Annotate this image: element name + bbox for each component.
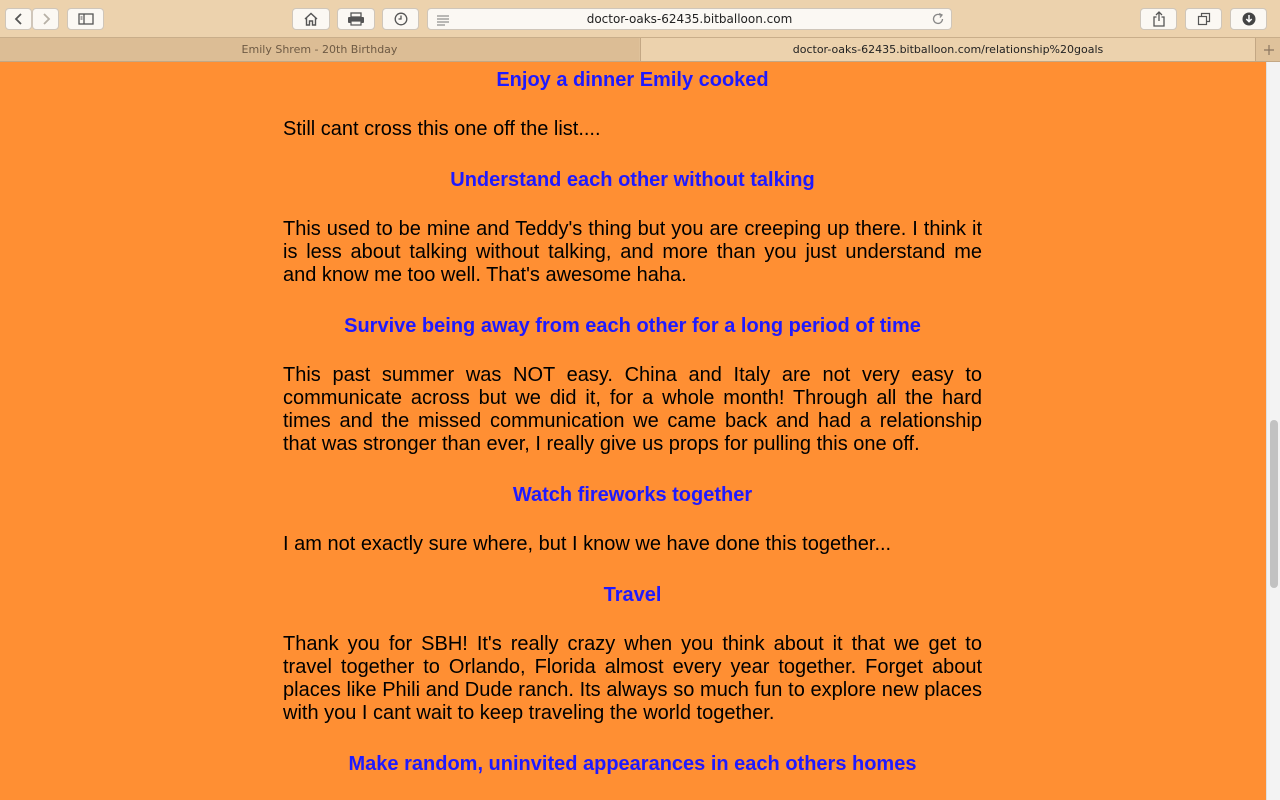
home-button[interactable] <box>292 8 330 30</box>
goal-section: Survive being away from each other for a… <box>283 314 982 456</box>
goals-list: Enjoy a dinner Emily cooked Still cant c… <box>283 68 982 776</box>
print-button[interactable] <box>337 8 375 30</box>
url-text[interactable]: doctor-oaks-62435.bitballoon.com <box>468 12 911 26</box>
address-bar[interactable]: doctor-oaks-62435.bitballoon.com <box>427 8 952 30</box>
goal-text: Thank you for SBH! It's really crazy whe… <box>283 633 982 724</box>
goal-title: Travel <box>603 584 662 606</box>
goal-title: Make random, uninvited appearances in ea… <box>348 753 917 775</box>
browser-toolbar: doctor-oaks-62435.bitballoon.com <box>0 0 1280 38</box>
download-icon <box>1242 12 1255 26</box>
tab-bar: Emily Shrem - 20th Birthday doctor-oaks-… <box>0 38 1280 62</box>
sidebar-button[interactable] <box>67 8 104 30</box>
chevron-right-icon <box>42 13 50 25</box>
scrollbar-thumb[interactable] <box>1270 420 1278 588</box>
tab-emily-birthday[interactable]: Emily Shrem - 20th Birthday <box>0 38 639 61</box>
goal-text: This past summer was NOT easy. China and… <box>283 364 982 455</box>
reload-icon[interactable] <box>931 12 945 26</box>
goal-text: Still cant cross this one off the list..… <box>283 118 601 140</box>
print-icon <box>348 12 364 26</box>
home-icon <box>304 12 318 26</box>
tabs-icon <box>1197 12 1210 26</box>
goal-text: This used to be mine and Teddy's thing b… <box>283 218 982 286</box>
share-button[interactable] <box>1140 8 1177 30</box>
new-tab-button[interactable] <box>1257 38 1280 61</box>
history-button[interactable] <box>382 8 419 30</box>
goal-section: Watch fireworks together I am not exactl… <box>283 483 982 556</box>
sidebar-icon <box>77 13 94 25</box>
reader-icon[interactable] <box>436 13 450 27</box>
page-scrollbar[interactable] <box>1266 62 1280 800</box>
goal-section: Travel Thank you for SBH! It's really cr… <box>283 583 982 725</box>
tabs-overview-button[interactable] <box>1185 8 1222 30</box>
web-page: Enjoy a dinner Emily cooked Still cant c… <box>0 62 1266 800</box>
forward-button[interactable] <box>32 8 59 30</box>
downloads-button[interactable] <box>1230 8 1267 30</box>
goal-section: Make random, uninvited appearances in ea… <box>283 752 982 776</box>
tab-relationship-goals[interactable]: doctor-oaks-62435.bitballoon.com/relatio… <box>640 38 1256 61</box>
back-button[interactable] <box>5 8 32 30</box>
chevron-left-icon <box>14 13 22 25</box>
clock-icon <box>394 12 407 26</box>
goal-title: Survive being away from each other for a… <box>344 315 921 337</box>
goal-section: Enjoy a dinner Emily cooked Still cant c… <box>283 68 982 141</box>
share-icon <box>1152 11 1165 27</box>
goal-text: I am not exactly sure where, but I know … <box>283 533 892 555</box>
goal-title: Enjoy a dinner Emily cooked <box>496 69 769 91</box>
plus-icon <box>1263 44 1274 55</box>
goal-section: Understand each other without talking Th… <box>283 168 982 287</box>
goal-title: Watch fireworks together <box>512 484 753 506</box>
goal-title: Understand each other without talking <box>450 169 815 191</box>
